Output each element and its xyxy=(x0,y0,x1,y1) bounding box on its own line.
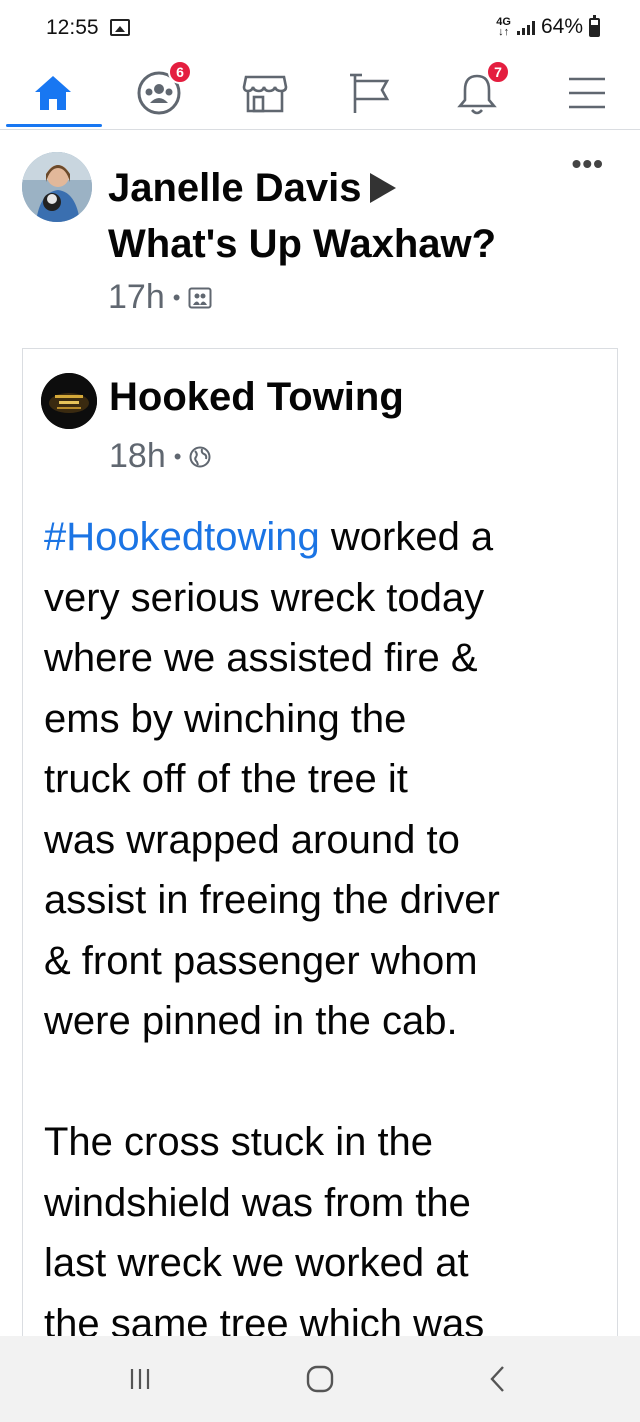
gallery-notification-icon xyxy=(110,19,130,36)
active-tab-indicator xyxy=(6,124,102,127)
meta-separator: • xyxy=(172,284,181,310)
battery-percent: 64% xyxy=(540,15,583,38)
network-type-label: 4G xyxy=(496,16,511,28)
post-meta: 17h • xyxy=(108,278,212,317)
home-icon xyxy=(35,75,71,110)
post-body-line: last wreck we worked at xyxy=(44,1241,469,1285)
signal-icon xyxy=(516,19,535,35)
globe-icon xyxy=(189,446,211,467)
status-time: 12:55 xyxy=(46,16,99,39)
tab-notifications[interactable]: 7 xyxy=(424,56,530,129)
home-button[interactable] xyxy=(260,1336,380,1422)
shared-post-card[interactable]: Hooked Towing 18h • #Hookedtowing worked… xyxy=(22,348,618,1348)
groups-badge: 6 xyxy=(168,60,192,84)
marketplace-icon xyxy=(242,75,288,112)
shared-to-arrow-icon xyxy=(369,173,396,203)
shared-post-time[interactable]: 18h xyxy=(109,437,166,476)
post-body-text: #Hookedtowing worked a very serious wrec… xyxy=(44,507,619,1354)
page-avatar[interactable] xyxy=(41,373,97,429)
hamburger-menu-icon xyxy=(569,77,605,108)
post-body-line: & front passenger whom xyxy=(44,938,478,983)
author-photo xyxy=(22,152,92,222)
page-name[interactable]: Hooked Towing xyxy=(109,375,404,420)
tab-home[interactable] xyxy=(0,56,106,129)
back-chevron-icon xyxy=(490,1366,504,1392)
top-nav-bar: 6 7 xyxy=(0,56,640,130)
post-body-line: truck off of the tree it xyxy=(44,757,408,801)
post-body-line: were pinned in the cab. xyxy=(44,999,458,1043)
shared-post-meta: 18h • xyxy=(109,437,211,476)
tab-pages[interactable] xyxy=(318,56,424,129)
post-body-line: #Hookedtowing worked a xyxy=(44,507,619,568)
battery-icon xyxy=(589,14,600,37)
post-author-name[interactable]: Janelle Davis xyxy=(108,166,362,210)
home-circle-icon xyxy=(306,1365,334,1393)
flag-icon xyxy=(350,73,390,113)
tab-groups[interactable]: 6 xyxy=(106,56,212,129)
post-group-name[interactable]: What's Up Waxhaw? xyxy=(108,220,496,268)
network-type-icon: 4G ↓↑ xyxy=(496,16,511,38)
recent-apps-button[interactable] xyxy=(80,1336,200,1422)
more-options-icon[interactable]: ••• xyxy=(572,148,604,180)
tab-menu[interactable] xyxy=(534,56,640,129)
post-body-line: very serious wreck today xyxy=(44,575,485,620)
tab-marketplace[interactable] xyxy=(212,56,318,129)
post-body-line: windshield was from the xyxy=(44,1180,471,1225)
post-body-line: where we assisted fire & xyxy=(44,636,478,680)
hashtag-link[interactable]: #Hookedtowing xyxy=(44,515,320,559)
status-bar: 12:55 4G ↓↑ 64% xyxy=(0,0,640,56)
battery-level xyxy=(591,24,598,35)
recent-apps-icon xyxy=(130,1369,150,1389)
notifications-badge: 7 xyxy=(486,60,510,84)
meta-separator: • xyxy=(173,443,182,469)
post-body-line: ems by winching the xyxy=(44,696,407,741)
post-body-line: was wrapped around to xyxy=(44,817,460,862)
post-time[interactable]: 17h xyxy=(108,278,165,317)
post-body-fragment: worked a xyxy=(319,515,494,559)
system-navigation-bar xyxy=(0,1336,640,1422)
post-body-line: assist in freeing the driver xyxy=(44,878,500,922)
post-author-line: Janelle Davis xyxy=(108,164,568,212)
post-header: Janelle Davis What's Up Waxhaw? 17h • ••… xyxy=(0,148,640,328)
author-avatar[interactable] xyxy=(22,152,92,222)
page-logo xyxy=(41,373,97,429)
post-body-line: The cross stuck in the xyxy=(44,1120,434,1164)
status-indicators: 4G ↓↑ 64% xyxy=(496,14,600,39)
back-button[interactable] xyxy=(438,1336,558,1422)
group-privacy-icon xyxy=(188,287,212,308)
